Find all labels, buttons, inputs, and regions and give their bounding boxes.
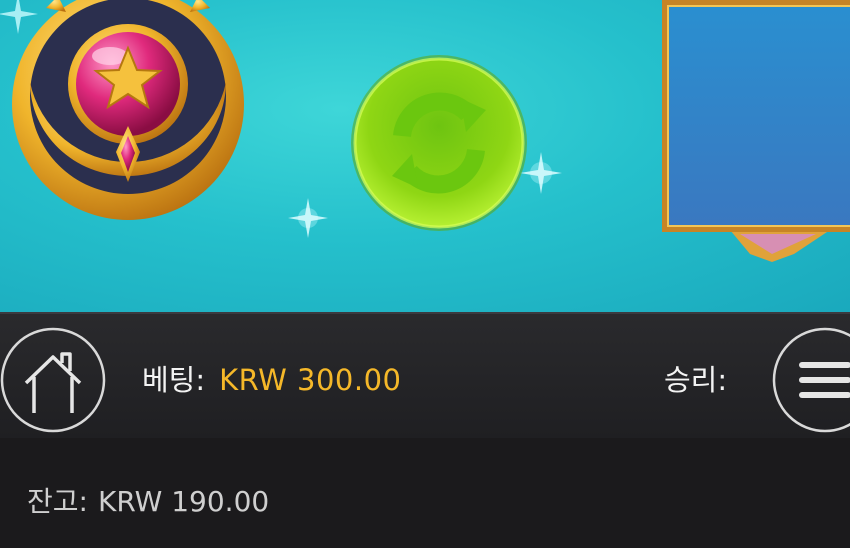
- win-label: 승리:: [664, 363, 728, 397]
- home-button[interactable]: [0, 327, 106, 433]
- bottom-toolbar: 베팅: KRW 300.00 승리:: [0, 312, 850, 438]
- balance-display: 잔고: KRW 190.00: [27, 482, 269, 522]
- hamburger-menu-icon: [799, 362, 850, 398]
- house-icon: [24, 352, 82, 413]
- info-panel-frame: [662, 0, 850, 262]
- balance-value: KRW 190.00: [97, 485, 270, 518]
- crescent-star-emblem-icon: [12, 0, 244, 220]
- game-area: [0, 0, 850, 312]
- balance-bar: 잔고: KRW 190.00: [0, 438, 850, 548]
- sparkle-icon: [288, 198, 328, 238]
- bet-value[interactable]: KRW 300.00: [219, 363, 401, 397]
- spin-button[interactable]: [350, 54, 528, 232]
- bet-display: 베팅: KRW 300.00: [142, 360, 402, 400]
- bet-label: 베팅:: [142, 363, 206, 397]
- balance-label: 잔고:: [27, 485, 88, 518]
- menu-button[interactable]: [772, 327, 850, 433]
